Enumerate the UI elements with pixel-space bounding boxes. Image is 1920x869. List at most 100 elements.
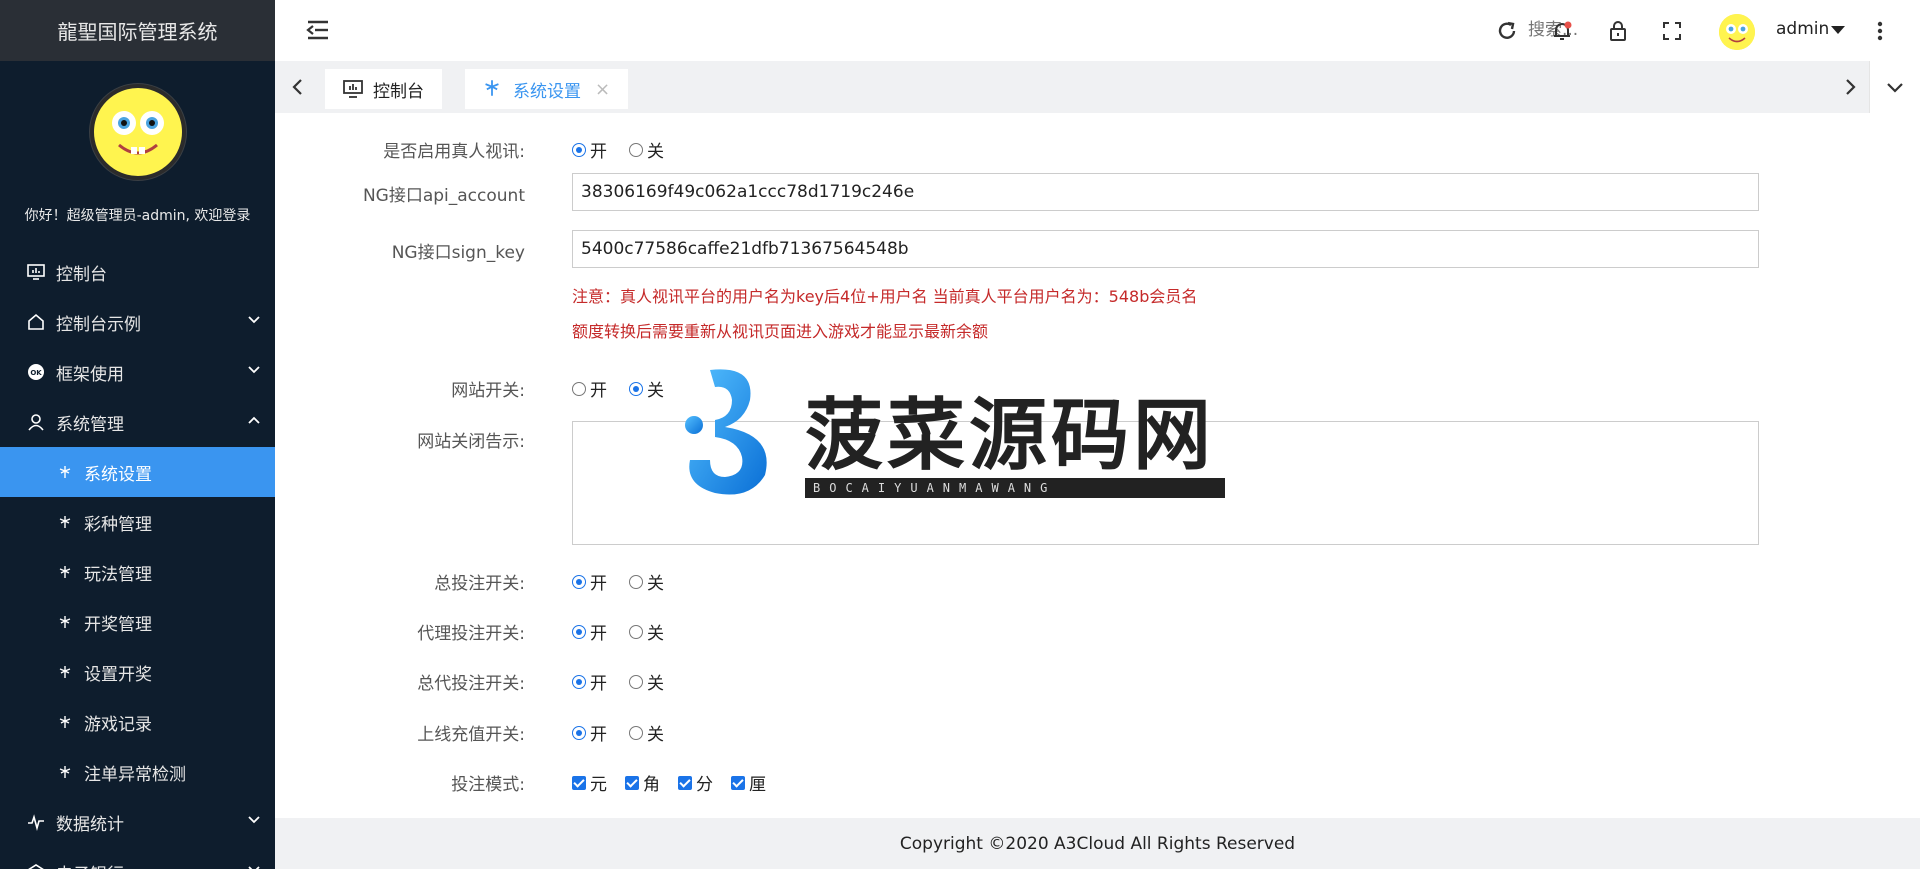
sidebar-item-statistics[interactable]: 数据统计 (0, 797, 275, 847)
close-icon[interactable]: × (595, 79, 610, 100)
radio-on-option[interactable]: 开 (572, 376, 607, 401)
checkbox-option-fen[interactable]: 分 (678, 770, 713, 795)
sidebar-subitem-draw-management[interactable]: 开奖管理 (0, 597, 275, 647)
field-label: 网站关闭告示: (417, 432, 525, 452)
radio-recharge-off[interactable] (629, 725, 643, 740)
palm-icon (58, 765, 72, 779)
radio-off-option[interactable]: 关 (629, 569, 664, 594)
sidebar-item-label: 系统管理 (56, 414, 124, 435)
sidebar-item-label: 控制台 (56, 264, 107, 285)
radio-total-bet-on[interactable] (572, 574, 586, 589)
footer: Copyright ©2020 A3Cloud All Rights Reser… (275, 818, 1920, 869)
radio-live-video-on[interactable] (572, 142, 586, 157)
radio-recharge-on[interactable] (572, 725, 586, 740)
radio-label: 关 (647, 142, 664, 162)
api-account-input[interactable] (572, 173, 1759, 211)
menu-fold-icon[interactable] (305, 18, 331, 42)
sidebar-subitem-label: 系统设置 (84, 464, 152, 485)
radio-live-video-off[interactable] (629, 142, 643, 157)
caret-down-icon[interactable] (1831, 26, 1845, 34)
tab-system-settings[interactable]: 系统设置 × (465, 69, 629, 109)
site-switch-radio-group: 开 关 (572, 376, 664, 401)
user-icon (26, 412, 46, 432)
chevron-right-icon[interactable] (1838, 75, 1862, 99)
general-agent-bet-radio-group: 开 关 (572, 669, 664, 694)
welcome-text: 你好！超级管理员-admin, 欢迎登录 (24, 208, 251, 224)
chevron-left-icon[interactable] (286, 75, 310, 99)
sidebar-subitem-label: 玩法管理 (84, 564, 152, 585)
checkbox-label: 厘 (749, 775, 766, 795)
checkbox-jiao[interactable] (625, 775, 639, 790)
palm-icon (58, 715, 72, 729)
checkbox-option-jiao[interactable]: 角 (625, 770, 660, 795)
sidebar-subitem-label: 开奖管理 (84, 614, 152, 635)
radio-off-option[interactable]: 关 (629, 619, 664, 644)
radio-off-option[interactable]: 关 (629, 137, 664, 162)
radio-off-option[interactable]: 关 (629, 720, 664, 745)
radio-off-option[interactable]: 关 (629, 376, 664, 401)
sidebar-subitem-game-records[interactable]: 游戏记录 (0, 697, 275, 747)
user-avatar[interactable] (1719, 14, 1755, 50)
fullscreen-icon[interactable] (1660, 19, 1684, 43)
bank-icon (26, 862, 46, 869)
tabs-bar: 控制台 系统设置 × (275, 61, 1920, 113)
radio-label: 开 (590, 142, 607, 162)
sidebar-subitem-lottery-types[interactable]: 彩种管理 (0, 497, 275, 547)
radio-on-option[interactable]: 开 (572, 569, 607, 594)
radio-off-option[interactable]: 关 (629, 669, 664, 694)
bell-icon[interactable] (1550, 19, 1574, 43)
sign-key-input[interactable] (572, 230, 1759, 268)
radio-total-bet-off[interactable] (629, 574, 643, 589)
svg-text:OK: OK (30, 369, 42, 377)
more-vertical-icon[interactable] (1868, 19, 1892, 43)
radio-on-option[interactable]: 开 (572, 137, 607, 162)
sidebar-subitem-label: 注单异常检测 (84, 764, 186, 785)
tab-dashboard[interactable]: 控制台 (325, 69, 442, 109)
radio-general-agent-off[interactable] (629, 674, 643, 689)
field-label: 投注模式: (451, 775, 525, 795)
field-label: 总代投注开关: (417, 674, 525, 694)
refresh-icon[interactable] (1495, 19, 1519, 43)
sidebar-item-label: 数据统计 (56, 814, 124, 835)
chevron-down-icon (248, 866, 260, 869)
chevron-down-icon (248, 816, 260, 824)
radio-on-option[interactable]: 开 (572, 619, 607, 644)
checkbox-yuan[interactable] (572, 775, 586, 790)
tabs-dropdown[interactable] (1869, 61, 1920, 113)
radio-site-on[interactable] (572, 381, 586, 396)
sidebar-item-dashboard[interactable]: 控制台 (0, 247, 275, 297)
radio-label: 关 (647, 674, 664, 694)
palm-icon (483, 79, 503, 99)
palm-icon (58, 465, 72, 479)
sidebar-subitem-play-rules[interactable]: 玩法管理 (0, 547, 275, 597)
online-recharge-radio-group: 开 关 (572, 720, 664, 745)
checkbox-option-yuan[interactable]: 元 (572, 770, 607, 795)
checkbox-option-li[interactable]: 厘 (731, 770, 766, 795)
sidebar-item-framework[interactable]: OK 框架使用 (0, 347, 275, 397)
bet-mode-checkbox-group: 元 角 分 厘 (572, 770, 766, 795)
checkbox-fen[interactable] (678, 775, 692, 790)
radio-agent-bet-off[interactable] (629, 624, 643, 639)
radio-site-off[interactable] (629, 381, 643, 396)
lock-icon[interactable] (1606, 19, 1630, 43)
radio-agent-bet-on[interactable] (572, 624, 586, 639)
radio-on-option[interactable]: 开 (572, 669, 607, 694)
sidebar-subitem-bet-anomaly[interactable]: 注单异常检测 (0, 747, 275, 797)
radio-on-option[interactable]: 开 (572, 720, 607, 745)
sidebar-item-system[interactable]: 系统管理 (0, 397, 275, 447)
home-icon (26, 312, 46, 332)
radio-label: 关 (647, 725, 664, 745)
username-label[interactable]: admin (1776, 19, 1829, 39)
sidebar-item-e-bank[interactable]: 电子银行 (0, 847, 275, 869)
radio-label: 关 (647, 381, 664, 401)
sidebar-item-label: 框架使用 (56, 364, 124, 385)
palm-icon (58, 565, 72, 579)
sidebar-subitem-set-draw[interactable]: 设置开奖 (0, 647, 275, 697)
sidebar-subitem-system-settings[interactable]: 系统设置 (0, 447, 275, 497)
field-label: NG接口sign_key (391, 243, 525, 263)
sidebar-item-dashboard-examples[interactable]: 控制台示例 (0, 297, 275, 347)
radio-general-agent-on[interactable] (572, 674, 586, 689)
radio-label: 关 (647, 574, 664, 594)
checkbox-li[interactable] (731, 775, 745, 790)
pulse-icon (26, 812, 46, 832)
